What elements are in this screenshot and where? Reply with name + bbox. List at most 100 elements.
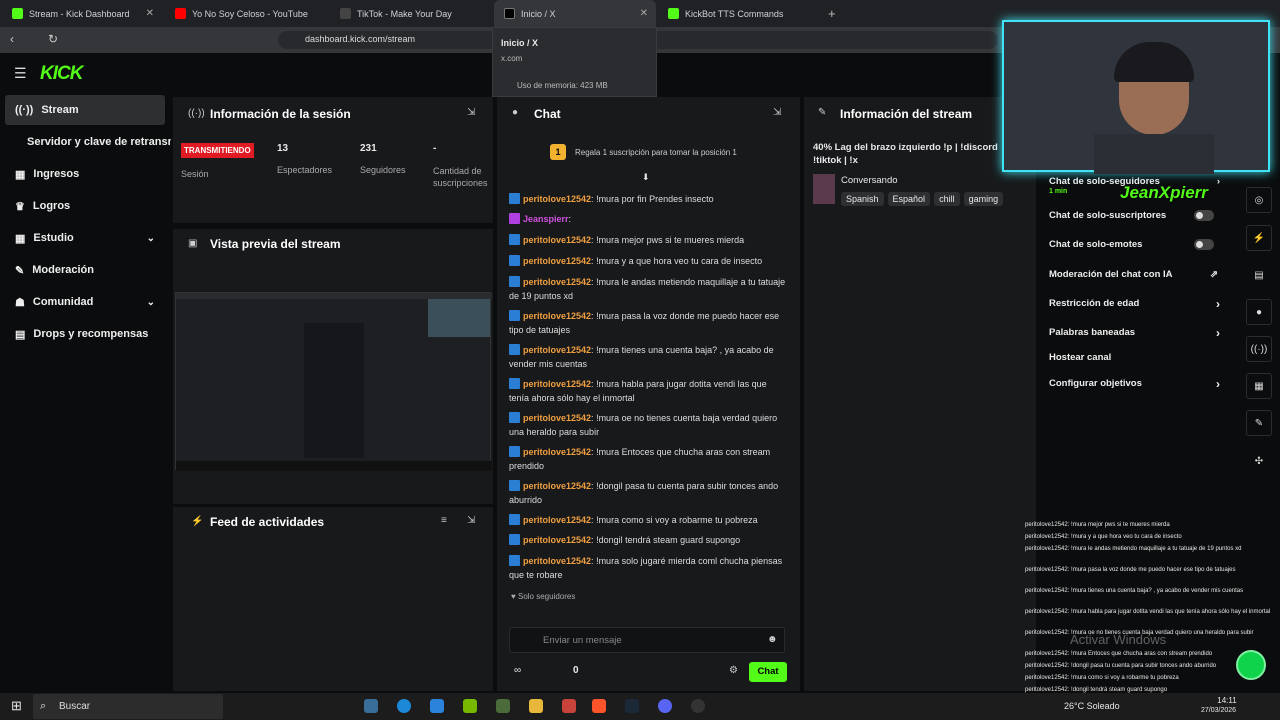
mail-icon[interactable] bbox=[430, 699, 444, 713]
weather[interactable]: 26°C Soleado bbox=[1064, 701, 1120, 711]
chat-username[interactable]: peritolove12542 bbox=[523, 535, 591, 545]
setting-goals[interactable]: Configurar objetivos › bbox=[1049, 377, 1224, 391]
tool-gift-icon[interactable]: ▦ bbox=[1246, 373, 1272, 399]
tool-wrench-icon[interactable]: ✎ bbox=[1246, 410, 1272, 436]
sidebar-item-income[interactable]: ▦ Ingresos bbox=[5, 159, 165, 189]
app-icon[interactable] bbox=[562, 699, 576, 713]
setting-label: Configurar objetivos bbox=[1049, 378, 1142, 389]
tool-chat-icon[interactable]: ● bbox=[1246, 299, 1272, 325]
tool-group-icon[interactable]: ✣ bbox=[1246, 448, 1272, 474]
hover-domain: x.com bbox=[501, 54, 523, 63]
sub-promo[interactable]: Regala 1 suscripción para tomar la posic… bbox=[575, 148, 737, 157]
sidebar-item-moderation[interactable]: ✎ Moderación bbox=[5, 255, 165, 285]
brave-icon[interactable] bbox=[592, 699, 606, 713]
sidebar-item-studio[interactable]: ▦ Estudio ⌄ bbox=[5, 223, 165, 253]
session-panel: Información de la sesión ((·)) ⇲ TRANSMI… bbox=[173, 97, 493, 223]
chat-username[interactable]: peritolove12542 bbox=[523, 556, 591, 566]
preview-icon: ▣ bbox=[188, 238, 198, 249]
tab-tiktok[interactable]: TikTok - Make Your Day bbox=[330, 0, 490, 27]
chat-message: peritolove12542: !mura le andas metiendo… bbox=[509, 276, 786, 301]
label: Logros bbox=[32, 200, 71, 212]
infinity-icon[interactable]: ∞ bbox=[514, 665, 521, 676]
sidebar-item-drops[interactable]: ▤ Drops y recompensas bbox=[5, 319, 165, 349]
search-icon: ⌕ bbox=[40, 700, 47, 712]
preview-panel: ▣ Vista previa del stream bbox=[173, 229, 493, 504]
edge-icon[interactable] bbox=[397, 699, 411, 713]
chat-username[interactable]: peritolove12542 bbox=[523, 447, 591, 457]
setting-host-channel[interactable]: Hostear canal bbox=[1049, 352, 1224, 363]
popout-icon[interactable]: ⇲ bbox=[467, 107, 475, 118]
chat-username[interactable]: peritolove12542 bbox=[523, 379, 591, 389]
chat-username[interactable]: Jeanspierr bbox=[523, 214, 569, 224]
stat-label: Espectadores bbox=[277, 165, 333, 175]
popout-icon[interactable]: ⇲ bbox=[773, 107, 781, 118]
overlay-message: peritolove12542: !mura tienes una cuenta… bbox=[1025, 588, 1244, 594]
nvidia-icon[interactable] bbox=[463, 699, 477, 713]
sidebar-item-server[interactable]: Servidor y clave de retransmisión bbox=[5, 127, 171, 157]
chat-text: !mura mejor pws si te mueres mierda bbox=[596, 235, 745, 245]
tab-youtube[interactable]: Yo No Soy Celoso - YouTube bbox=[165, 0, 325, 27]
setting-label: Moderación del chat con IA bbox=[1049, 269, 1173, 280]
badge-icon bbox=[509, 255, 520, 266]
sidebar-item-achievements[interactable]: ♛ Logros bbox=[5, 191, 165, 221]
chat-username[interactable]: peritolove12542 bbox=[523, 277, 591, 287]
overlay-message: peritolove12542: !mura le andas metiendo… bbox=[1025, 546, 1242, 552]
menu-icon[interactable]: ☰ bbox=[14, 65, 27, 82]
setting-age-restriction[interactable]: Restricción de edad › bbox=[1049, 297, 1224, 311]
label: Servidor y clave de retransmisión bbox=[27, 136, 171, 148]
filter-icon[interactable]: ≡ bbox=[441, 515, 447, 526]
setting-ai-moderation[interactable]: Moderación del chat con IA ⇗ bbox=[1049, 269, 1224, 280]
obs-icon[interactable] bbox=[691, 699, 705, 713]
chat-username[interactable]: peritolove12542 bbox=[523, 345, 591, 355]
chat-username[interactable]: peritolove12542 bbox=[523, 515, 591, 525]
back-icon[interactable]: ‹ bbox=[10, 32, 14, 46]
setting-emotes-only[interactable]: Chat de solo-emotes bbox=[1049, 239, 1224, 250]
taskbar-search[interactable]: Buscar bbox=[33, 694, 223, 719]
reload-icon[interactable]: ↻ bbox=[48, 32, 58, 46]
tab-kickbot[interactable]: KickBot TTS Commands bbox=[658, 0, 823, 27]
badge-icon bbox=[509, 514, 520, 525]
tool-broadcast-icon[interactable]: ((·)) bbox=[1246, 336, 1272, 362]
tab-label: Yo No Soy Celoso - YouTube bbox=[192, 8, 308, 19]
message-input[interactable]: Enviar un mensaje bbox=[509, 627, 785, 653]
close-icon[interactable]: ✕ bbox=[640, 8, 648, 19]
new-tab-button[interactable]: + bbox=[828, 6, 836, 21]
tab-x[interactable]: Inicio / X ✕ bbox=[494, 0, 656, 27]
kick-logo[interactable]: KICK bbox=[40, 63, 83, 85]
send-button[interactable]: Chat bbox=[749, 662, 787, 682]
chat-username[interactable]: peritolove12542 bbox=[523, 256, 591, 266]
chat-username[interactable]: peritolove12542 bbox=[523, 311, 591, 321]
popout-icon[interactable]: ⇲ bbox=[467, 515, 475, 526]
chat-username[interactable]: peritolove12542 bbox=[523, 413, 591, 423]
gear-icon[interactable]: ⚙ bbox=[729, 665, 738, 676]
whatsapp-icon[interactable] bbox=[1236, 650, 1266, 680]
search-label: Buscar bbox=[59, 701, 91, 712]
chat-username[interactable]: peritolove12542 bbox=[523, 194, 591, 204]
tool-camera-icon[interactable]: ◎ bbox=[1246, 187, 1272, 213]
toggle[interactable] bbox=[1194, 239, 1214, 250]
sidebar-item-stream[interactable]: ((·)) Stream bbox=[5, 95, 165, 125]
chat-message: peritolove12542: !dongil tendrá steam gu… bbox=[509, 533, 789, 547]
grid-icon: ▦ bbox=[15, 168, 26, 181]
toggle[interactable] bbox=[1194, 210, 1214, 221]
emote-icon[interactable]: ☻ bbox=[767, 634, 778, 645]
tool-lightning-icon[interactable]: ⚡ bbox=[1246, 225, 1272, 251]
app-icon[interactable] bbox=[364, 699, 378, 713]
clock-time[interactable]: 14:11 bbox=[1212, 696, 1242, 705]
minecraft-icon[interactable] bbox=[496, 699, 510, 713]
tab-kick[interactable]: Stream - Kick Dashboard ✕ bbox=[2, 0, 162, 27]
pin-icon[interactable]: ⬇ bbox=[642, 172, 650, 183]
setting-banned-words[interactable]: Palabras baneadas › bbox=[1049, 326, 1224, 340]
discord-icon[interactable] bbox=[658, 699, 672, 713]
chat-username[interactable]: peritolove12542 bbox=[523, 481, 591, 491]
windows-icon[interactable]: ⊞ bbox=[11, 698, 22, 714]
badge-icon bbox=[509, 344, 520, 355]
clock-date[interactable]: 27/03/2026 bbox=[1201, 707, 1236, 714]
setting-subs-only[interactable]: Chat de solo-suscriptores bbox=[1049, 210, 1224, 221]
chat-username[interactable]: peritolove12542 bbox=[523, 235, 591, 245]
steam-icon[interactable] bbox=[625, 699, 639, 713]
chat-text: !mura por fin Prendes insecto bbox=[596, 194, 714, 204]
folder-icon[interactable] bbox=[529, 699, 543, 713]
sidebar-item-community[interactable]: ☗ Comunidad ⌄ bbox=[5, 287, 165, 317]
tool-document-icon[interactable]: ▤ bbox=[1246, 262, 1272, 288]
